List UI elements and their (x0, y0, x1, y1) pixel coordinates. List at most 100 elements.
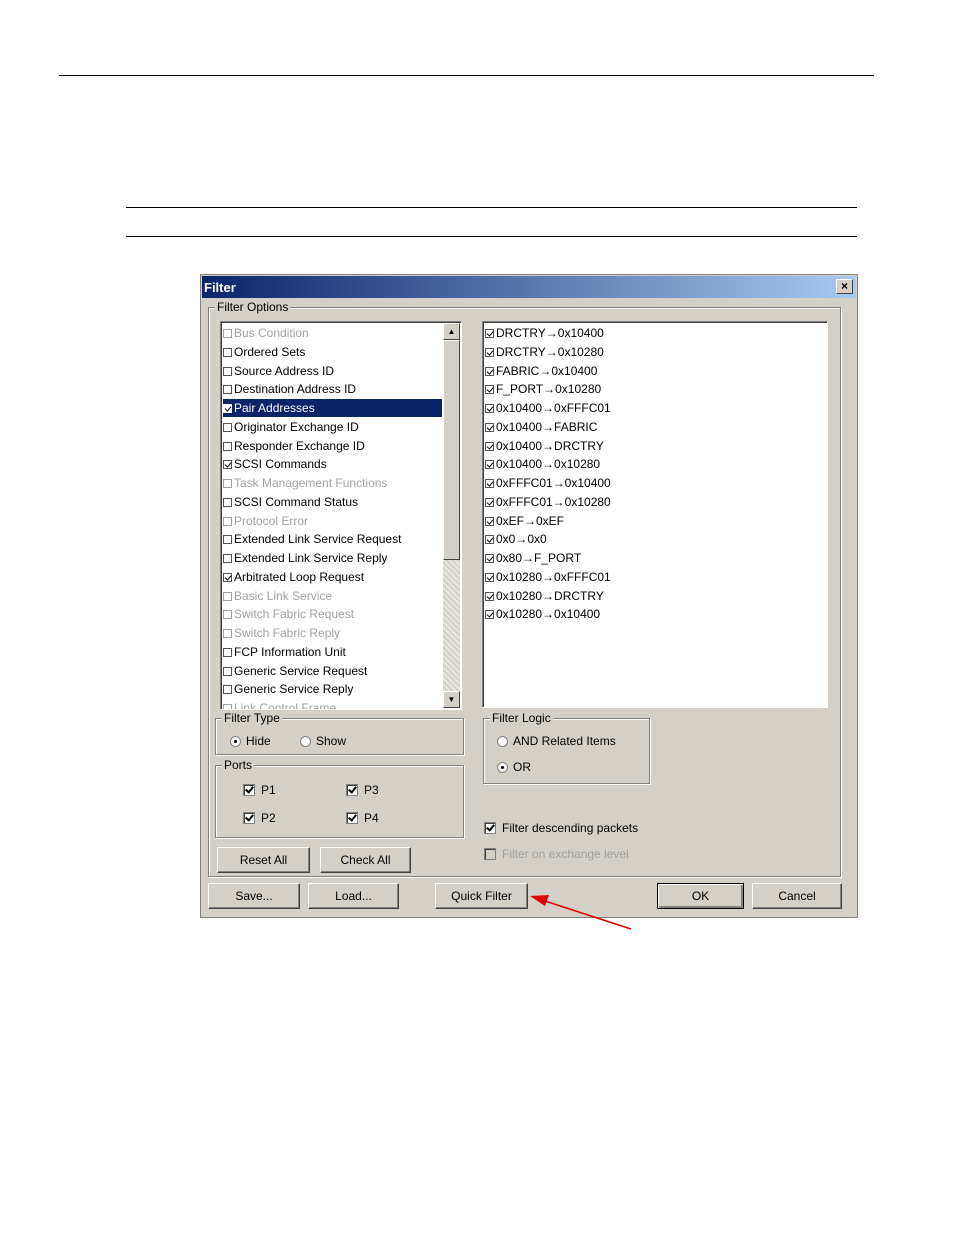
filter-exchange-checkbox[interactable]: Filter on exchange level (484, 846, 629, 862)
filter-option-checkbox[interactable] (223, 404, 232, 413)
filter-option-checkbox[interactable] (223, 610, 232, 620)
pair-address-checkbox[interactable] (485, 516, 494, 526)
pair-address-checkbox[interactable] (485, 385, 494, 395)
filter-option-item[interactable]: Basic Link Service (223, 587, 332, 605)
and-radio-circle[interactable] (497, 736, 508, 747)
pair-address-item[interactable]: 0x10400→0xFFFC01 (485, 399, 611, 417)
show-radio-circle[interactable] (300, 736, 311, 747)
reset-all-button[interactable]: Reset All (217, 847, 310, 873)
pair-address-item[interactable]: 0x80→F_PORT (485, 549, 581, 567)
pair-address-checkbox[interactable] (485, 441, 494, 451)
pair-address-checkbox[interactable] (485, 422, 494, 432)
pair-address-checkbox[interactable] (485, 404, 494, 413)
scroll-down-icon[interactable]: ▼ (443, 691, 460, 708)
filter-exchange-check[interactable] (484, 848, 496, 860)
p2-check[interactable] (243, 812, 255, 824)
filter-option-item[interactable]: Extended Link Service Reply (223, 549, 387, 567)
filter-descending-checkbox[interactable]: Filter descending packets (484, 820, 638, 836)
filter-option-checkbox[interactable] (223, 479, 232, 488)
scroll-up-icon[interactable]: ▲ (443, 323, 460, 340)
pair-address-item[interactable]: 0xFFFC01→0x10400 (485, 474, 611, 492)
p1-check[interactable] (243, 784, 255, 796)
p3-check[interactable] (346, 784, 358, 796)
filter-option-item[interactable]: FCP Information Unit (223, 643, 346, 661)
filter-options-list[interactable]: Link Control Frame Generic Service Reply G… (220, 321, 462, 710)
filter-option-checkbox[interactable] (223, 666, 232, 676)
filter-option-item[interactable]: Generic Service Reply (223, 680, 353, 698)
and-related-radio[interactable]: AND Related Items (497, 733, 616, 749)
filter-option-item[interactable]: Generic Service Request (223, 662, 367, 680)
pair-address-checkbox[interactable] (485, 460, 494, 470)
filter-option-item[interactable]: Protocol Error (223, 512, 308, 530)
pair-address-item[interactable]: 0x10280→0xFFFC01 (485, 568, 611, 586)
pair-address-item[interactable]: 0x10280→0x10400 (485, 605, 600, 623)
pair-address-item[interactable]: 0x0→0x0 (485, 530, 547, 548)
pair-address-item[interactable]: 0x10400→DRCTRY (485, 437, 604, 455)
filter-option-checkbox[interactable] (223, 347, 232, 357)
filter-option-item[interactable]: Destination Address ID (223, 380, 356, 398)
cancel-button[interactable]: Cancel (752, 883, 842, 909)
filter-option-item[interactable]: Source Address ID (223, 362, 334, 380)
pair-address-item[interactable]: 0xEF→0xEF (485, 512, 564, 530)
filter-option-item[interactable]: Responder Exchange ID (223, 437, 365, 455)
pair-address-item[interactable]: 0x10280→DRCTRY (485, 587, 604, 605)
filter-option-item[interactable]: Pair Addresses (223, 399, 442, 417)
filter-descending-check[interactable] (484, 822, 496, 834)
filter-option-checkbox[interactable] (223, 329, 232, 338)
filter-option-item[interactable]: Link Control Frame (223, 699, 336, 709)
show-radio[interactable]: Show (300, 733, 346, 749)
pair-address-item[interactable]: FABRIC→0x10400 (485, 362, 597, 380)
filter-option-checkbox[interactable] (223, 516, 232, 526)
ok-button[interactable]: OK (657, 883, 744, 909)
port-p2-checkbox[interactable]: P2 (243, 810, 276, 826)
filter-option-checkbox[interactable] (223, 535, 232, 545)
pair-address-item[interactable]: 0xFFFC01→0x10280 (485, 493, 611, 511)
filter-option-checkbox[interactable] (223, 441, 232, 451)
port-p1-checkbox[interactable]: P1 (243, 782, 276, 798)
hide-radio[interactable]: Hide (230, 733, 271, 749)
scroll-thumb[interactable] (443, 340, 460, 560)
pair-address-checkbox[interactable] (485, 572, 494, 582)
filter-option-item[interactable]: SCSI Command Status (223, 493, 358, 511)
or-radio-circle[interactable] (497, 762, 508, 773)
pair-address-checkbox[interactable] (485, 497, 494, 507)
check-all-button[interactable]: Check All (320, 847, 411, 873)
filter-option-item[interactable]: Switch Fabric Request (223, 605, 354, 623)
port-p3-checkbox[interactable]: P3 (346, 782, 379, 798)
filter-option-item[interactable]: Extended Link Service Request (223, 530, 401, 548)
pair-address-item[interactable]: DRCTRY→0x10400 (485, 324, 604, 342)
pair-address-checkbox[interactable] (485, 554, 494, 563)
pair-address-item[interactable]: 0x10400→0x10280 (485, 455, 600, 473)
filter-option-item[interactable]: Originator Exchange ID (223, 418, 359, 436)
p4-check[interactable] (346, 812, 358, 824)
pair-address-item[interactable]: F_PORT→0x10280 (485, 380, 601, 398)
filter-option-item[interactable]: Bus Condition (223, 324, 309, 342)
filter-option-checkbox[interactable] (223, 422, 232, 432)
filter-option-checkbox[interactable] (223, 460, 232, 470)
filter-option-checkbox[interactable] (223, 629, 232, 638)
filter-option-item[interactable]: Arbitrated Loop Request (223, 568, 364, 586)
filter-option-checkbox[interactable] (223, 591, 232, 601)
pair-address-item[interactable]: DRCTRY→0x10280 (485, 343, 604, 361)
pair-address-item[interactable]: 0x10400→FABRIC (485, 418, 597, 436)
pair-address-checkbox[interactable] (485, 591, 494, 601)
save-button[interactable]: Save... (208, 883, 300, 909)
filter-option-item[interactable]: SCSI Commands (223, 455, 327, 473)
filter-option-checkbox[interactable] (223, 497, 232, 507)
quick-filter-button[interactable]: Quick Filter (435, 883, 528, 909)
port-p4-checkbox[interactable]: P4 (346, 810, 379, 826)
pair-address-list[interactable]: DRCTRY→0x10400 DRCTRY→0x10280 FABRIC→0x104… (482, 321, 828, 708)
or-radio[interactable]: OR (497, 759, 531, 775)
filter-option-checkbox[interactable] (223, 385, 232, 395)
hide-radio-circle[interactable] (230, 736, 241, 747)
pair-address-checkbox[interactable] (485, 610, 494, 620)
pair-address-checkbox[interactable] (485, 366, 494, 376)
filter-option-checkbox[interactable] (223, 572, 232, 582)
pair-address-checkbox[interactable] (485, 329, 494, 338)
filter-option-checkbox[interactable] (223, 366, 232, 376)
title-bar[interactable]: Filter × (202, 276, 856, 298)
vertical-scrollbar[interactable]: ▲ ▼ (443, 323, 460, 708)
filter-option-item[interactable]: Ordered Sets (223, 343, 305, 361)
filter-option-item[interactable]: Task Management Functions (223, 474, 387, 492)
filter-option-checkbox[interactable] (223, 704, 232, 709)
